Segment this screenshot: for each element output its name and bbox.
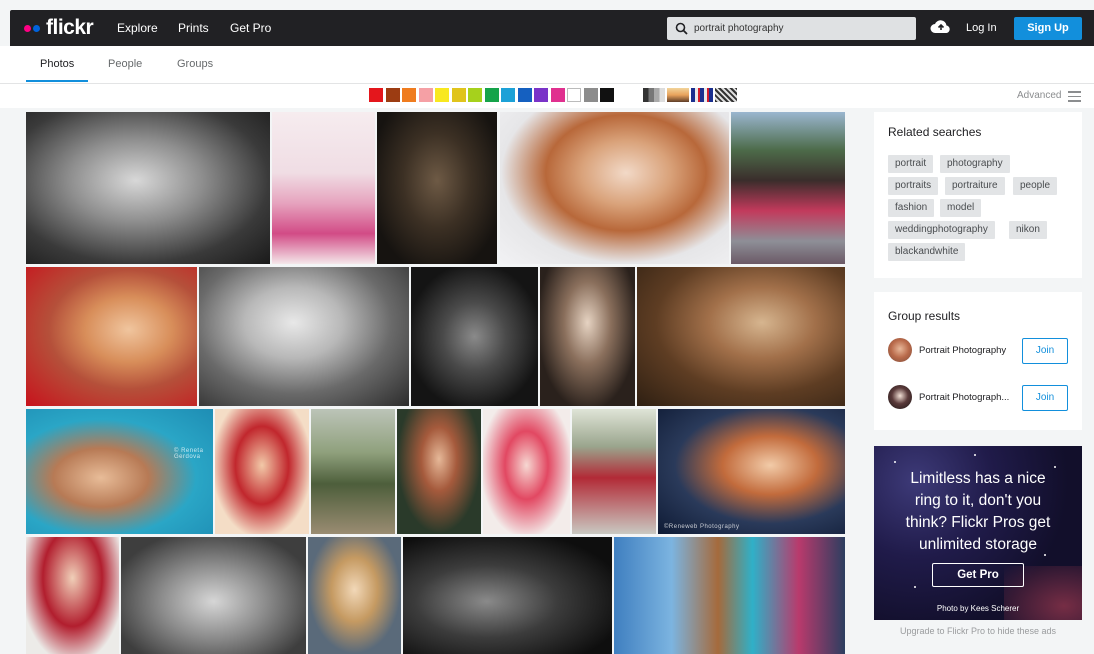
search-icon [675,22,688,35]
upgrade-notice[interactable]: Upgrade to Flickr Pro to hide these ads [874,626,1082,636]
group-name[interactable]: Portrait Photography [919,345,1006,356]
related-tag[interactable]: model [940,199,982,217]
color-swatch[interactable] [583,88,598,102]
photo-tile[interactable] [311,409,395,534]
logo-text: flickr [46,16,94,39]
related-tag[interactable]: portraiture [945,177,1005,195]
related-tag[interactable]: portrait [888,155,934,173]
color-swatch[interactable] [451,88,466,102]
login-link[interactable]: Log In [966,10,997,46]
color-swatch[interactable] [468,88,482,102]
filter-bar: Advanced [0,84,1094,108]
join-group-button[interactable]: Join [1022,338,1068,364]
color-swatch[interactable] [369,88,383,102]
ad-star [974,454,976,456]
active-tab-indicator [26,80,88,82]
photo-tile[interactable]: © Reneta Gerdova [26,409,213,534]
color-swatch[interactable] [600,88,614,102]
top-navigation-bar: flickr Explore Prints Get Pro Log In Sig… [10,10,1094,46]
join-group-button[interactable]: Join [1022,385,1068,411]
flickr-logo[interactable]: flickr [24,16,94,40]
ad-headline: Limitless has a nice ring to it, don't y… [874,468,1082,556]
photo-tile[interactable] [483,409,570,534]
color-swatch[interactable] [501,88,515,102]
photo-tile[interactable] [377,112,497,264]
photo-tile[interactable] [572,409,656,534]
photo-tile[interactable] [26,537,119,654]
related-tag[interactable]: blackandwhite [888,243,966,261]
photo-tile[interactable] [308,537,401,654]
signup-button[interactable]: Sign Up [1014,17,1082,40]
photo-tile[interactable] [637,267,845,406]
group-results-card: Group results Portrait Photography Join … [874,292,1082,430]
color-swatch[interactable] [567,88,581,102]
search-box[interactable] [667,17,916,40]
nav-get-pro[interactable]: Get Pro [230,10,271,46]
photo-watermark: © Reneta Gerdova [174,448,204,460]
shallow-depth-style-filter[interactable] [667,88,689,102]
ad-headline-line: ring to it, don't you [914,492,1042,509]
photo-tile[interactable] [272,112,375,264]
photo-tile[interactable] [614,537,845,654]
photo-tile[interactable] [121,537,306,654]
photo-tile[interactable] [411,267,538,406]
upload-cloud-icon[interactable] [930,18,952,34]
get-pro-button[interactable]: Get Pro [932,563,1024,587]
related-searches-title: Related searches [888,125,982,139]
photo-tile[interactable] [26,112,270,264]
tab-photos[interactable]: Photos [40,58,74,70]
color-swatch[interactable] [385,88,400,102]
menu-icon[interactable] [1068,91,1081,105]
color-swatch[interactable] [550,88,565,102]
related-tag[interactable]: people [1013,177,1058,195]
group-name[interactable]: Portrait Photograph... [919,392,1009,403]
color-swatch[interactable] [517,88,532,102]
nav-prints[interactable]: Prints [178,10,209,46]
related-tag[interactable]: portraits [888,177,939,195]
ad-headline-line: Limitless has a nice [910,470,1046,487]
group-results-title: Group results [888,309,961,323]
related-tag[interactable]: nikon [1009,221,1047,239]
photo-tile[interactable] [397,409,481,534]
ad-star [914,586,916,588]
advanced-search-link[interactable]: Advanced [1017,90,1061,101]
search-tabs: Photos People Groups [0,46,1094,84]
tab-people[interactable]: People [108,58,142,70]
photo-tile[interactable] [199,267,409,406]
group-avatar[interactable] [888,338,912,362]
photo-tile[interactable]: ©Reneweb Photography [658,409,845,534]
color-swatch[interactable] [484,88,499,102]
related-tag[interactable]: fashion [888,199,935,217]
minimalist-style-filter[interactable] [691,88,713,102]
logo-blue-dot [33,24,40,32]
ad-headline-line: unlimited storage [918,536,1038,553]
logo-pink-dot [24,24,31,32]
photo-tile[interactable] [731,112,845,264]
related-tag[interactable]: weddingphotography [888,221,995,239]
photo-tile[interactable] [215,409,309,534]
ad-headline-line: think? Flickr Pros get [905,514,1051,531]
group-avatar[interactable] [888,385,912,409]
color-swatch[interactable] [435,88,449,102]
photo-watermark: ©Reneweb Photography [664,524,740,530]
color-swatch[interactable] [418,88,433,102]
search-input[interactable] [694,17,909,40]
patterns-style-filter[interactable] [715,88,737,102]
get-pro-ad[interactable]: Limitless has a nice ring to it, don't y… [874,446,1082,620]
tab-groups[interactable]: Groups [177,58,213,70]
related-searches-card: Related searches portrait photography po… [874,112,1082,278]
color-swatch[interactable] [402,88,416,102]
photo-tile[interactable] [26,267,197,406]
color-swatch[interactable] [534,88,548,102]
ad-photo-credit: Photo by Kees Scherer [936,604,1020,613]
nav-explore[interactable]: Explore [117,10,158,46]
photo-tile[interactable] [500,112,729,264]
ad-star [894,461,896,463]
photo-tile[interactable] [403,537,612,654]
photo-tile[interactable] [540,267,635,406]
related-tag[interactable]: photography [940,155,1010,173]
black-white-style-filter[interactable] [643,88,665,102]
